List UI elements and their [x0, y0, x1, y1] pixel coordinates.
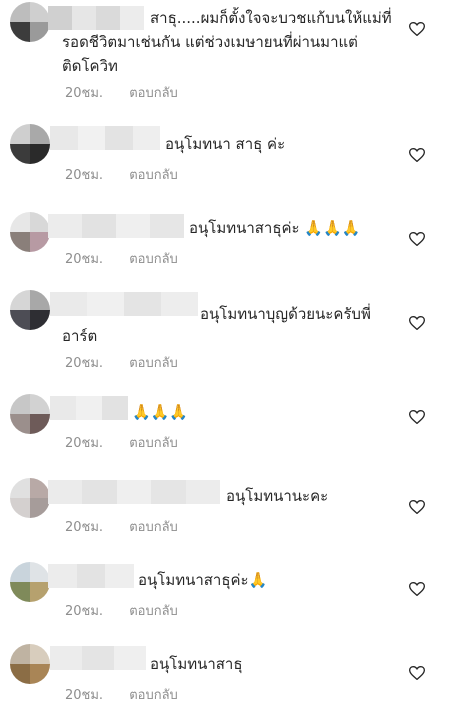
comment-meta: 20ชม. ตอบกลับ: [65, 352, 178, 373]
comment-meta: 20ชม. ตอบกลับ: [65, 248, 178, 269]
heart-outline-icon[interactable]: [409, 22, 425, 36]
username-blurred[interactable]: [50, 646, 146, 670]
username-blurred[interactable]: [48, 564, 135, 588]
reply-button[interactable]: ตอบกลับ: [129, 436, 178, 451]
avatar[interactable]: [10, 562, 50, 602]
comment-text-line: สาธุ.....ผมก็ตั้งใจจะบวชแก้บนให้แม่ที่: [150, 9, 392, 27]
comment-time: 20ชม.: [65, 86, 104, 101]
heart-outline-icon[interactable]: [409, 148, 425, 162]
username-blurred[interactable]: [50, 396, 128, 420]
username-blurred[interactable]: [48, 480, 221, 504]
avatar[interactable]: [10, 124, 50, 164]
reply-button[interactable]: ตอบกลับ: [129, 252, 178, 267]
avatar[interactable]: [10, 394, 50, 434]
username-blurred[interactable]: [48, 6, 144, 30]
heart-outline-icon[interactable]: [409, 666, 425, 680]
reply-button[interactable]: ตอบกลับ: [129, 356, 178, 371]
comment-meta: 20ชม. ตอบกลับ: [65, 432, 178, 453]
comment-time: 20ชม.: [65, 436, 104, 451]
reply-button[interactable]: ตอบกลับ: [129, 520, 178, 535]
heart-outline-icon[interactable]: [409, 410, 425, 424]
avatar[interactable]: [10, 2, 50, 42]
comment-text-line: รอดชีวิตมาเช่นกัน แต่ช่วงเมษายนที่ผ่านมา…: [62, 33, 358, 51]
comment-text-line: อาร์ต: [62, 327, 98, 345]
comment-meta: 20ชม. ตอบกลับ: [65, 684, 178, 705]
reply-button[interactable]: ตอบกลับ: [129, 168, 178, 183]
avatar[interactable]: [10, 644, 50, 684]
username-blurred[interactable]: [50, 126, 160, 150]
username-blurred[interactable]: [50, 292, 198, 316]
heart-outline-icon[interactable]: [409, 500, 425, 514]
comment-text-line: อนุโมทนาสาธุค่ะ🙏: [138, 571, 268, 589]
avatar[interactable]: [10, 478, 50, 518]
heart-outline-icon[interactable]: [409, 316, 425, 330]
comment-text-line: อนุโมทนา สาธุ ค่ะ: [165, 135, 286, 153]
comment-time: 20ชม.: [65, 356, 104, 371]
comment-text-line: ติดโควิท: [62, 57, 118, 75]
comment-time: 20ชม.: [65, 520, 104, 535]
reply-button[interactable]: ตอบกลับ: [129, 86, 178, 101]
comment-text-line: 🙏🙏🙏: [132, 403, 189, 421]
comment-time: 20ชม.: [65, 252, 104, 267]
comment-meta: 20ชม. ตอบกลับ: [65, 516, 178, 537]
comment-meta: 20ชม. ตอบกลับ: [65, 164, 178, 185]
reply-button[interactable]: ตอบกลับ: [129, 604, 178, 619]
avatar[interactable]: [10, 212, 50, 252]
avatar[interactable]: [10, 290, 50, 330]
comment-meta: 20ชม. ตอบกลับ: [65, 600, 178, 621]
comment-text-line: อนุโมทนาสาธุ: [150, 655, 243, 673]
comment-meta: 20ชม. ตอบกลับ: [65, 82, 178, 103]
comment-time: 20ชม.: [65, 604, 104, 619]
comment-text-line: อนุโมทนาสาธุค่ะ 🙏🙏🙏: [189, 219, 361, 237]
heart-outline-icon[interactable]: [409, 582, 425, 596]
comment-text-line: อนุโมทนานะคะ: [226, 487, 329, 505]
username-blurred[interactable]: [48, 214, 184, 238]
comment-time: 20ชม.: [65, 168, 104, 183]
heart-outline-icon[interactable]: [409, 232, 425, 246]
comment-text-line: อนุโมทนาบุญด้วยนะครับพี่: [200, 305, 371, 323]
